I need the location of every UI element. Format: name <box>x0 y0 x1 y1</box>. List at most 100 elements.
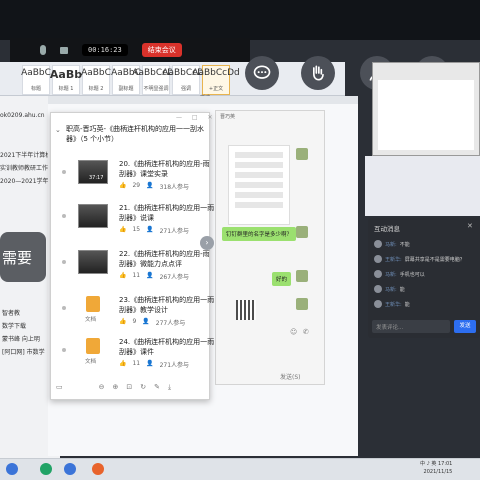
popup-toolbar: ▭ ⊖ ⊕ ⊡ ↻ ✎ ⤓ <box>52 380 208 394</box>
like-icon: 👍 <box>119 182 127 189</box>
image-icon[interactable]: ▭ <box>56 383 63 391</box>
document-thumbnail[interactable]: 文档 <box>85 338 100 365</box>
doc-text-line: 2020—2021学年计 <box>0 178 55 185</box>
video-frame <box>78 250 108 274</box>
avatar <box>374 300 382 308</box>
chat-bubble-icon[interactable] <box>245 56 279 90</box>
sender-name: 马新: <box>385 241 397 248</box>
video-frame <box>78 204 108 228</box>
avatar <box>374 285 382 293</box>
avatar <box>296 298 308 310</box>
lesson-title[interactable]: 24.《曲柄连杆机构的应用一雨刮器》课件 <box>119 338 215 357</box>
phone-icon[interactable]: ✆ <box>303 328 309 336</box>
like-count: 15 <box>132 226 141 233</box>
lesson-meta: 👍 9 👤 277人参与 <box>119 318 185 327</box>
view-count: 267人参与 <box>159 274 190 281</box>
background-window <box>365 156 480 216</box>
comment-send-button[interactable]: 发送 <box>454 320 476 333</box>
style-gallery-item[interactable]: AaBbC 标题 <box>21 65 51 95</box>
lesson-meta: 👍 29 👤 318人参与 <box>119 182 189 191</box>
progress-dot <box>62 348 66 352</box>
shared-screenshot[interactable] <box>228 145 290 225</box>
rotate-icon[interactable]: ↻ <box>140 383 146 391</box>
avatar <box>374 240 382 248</box>
avatar <box>296 270 308 282</box>
lesson-title[interactable]: 21.《曲柄连杆机构的应用一雨刮器》说课 <box>119 204 215 223</box>
app-icon[interactable] <box>40 463 52 475</box>
emoji-icon[interactable]: ☺ <box>290 328 297 336</box>
style-sample: AaBb <box>49 68 83 81</box>
lesson-title[interactable]: 22.《曲柄连杆机构的应用-雨刮器》微能力点点评 <box>119 250 215 269</box>
interaction-message: 马新: 不能 <box>374 240 410 248</box>
video-top-band <box>0 0 480 40</box>
view-count: 318人参与 <box>159 184 190 191</box>
system-tray: 中 ♪ 英 17:01 2021/11/15 <box>420 460 452 476</box>
next-arrow-icon[interactable]: › <box>200 236 214 250</box>
chat-send-button[interactable]: 发送(S) <box>280 372 301 381</box>
view-count: 277人参与 <box>155 320 186 327</box>
style-label: 强调 <box>180 86 191 92</box>
lesson-series-title: 职高-晋巧英-《曲柄连杆机构的应用一一刮水器》（5 个小节） <box>66 125 205 143</box>
zoom-out-icon[interactable]: ⊖ <box>99 383 105 391</box>
close-icon[interactable]: ✕ <box>467 222 473 230</box>
doc-label: 文档 <box>85 359 97 365</box>
sender-name: 王新华: <box>385 301 402 308</box>
lesson-meta: 👍 11 👤 271人参与 <box>119 360 189 369</box>
lesson-title[interactable]: 20.《曲柄连杆机构的应用-雨刮器》课堂实录 <box>119 160 215 179</box>
document-thumbnail[interactable]: 文档 <box>85 296 100 323</box>
tray-date: 2021/11/15 <box>423 469 453 475</box>
thumbnail-content <box>378 80 474 150</box>
video-thumbnail[interactable] <box>78 204 108 228</box>
progress-dot <box>62 170 66 174</box>
style-gallery-item[interactable]: AaBbC 标题 2 <box>81 65 111 95</box>
doc-text-line: 实训教师教研工作 <box>0 165 49 172</box>
meeting-control-bar: 00:16:23 结束会议 <box>10 38 250 62</box>
person-icon: 👤 <box>146 360 154 367</box>
like-icon: 👍 <box>119 226 127 233</box>
edit-icon[interactable]: ✎ <box>154 383 160 391</box>
video-thumbnail[interactable]: 37:17 <box>78 160 108 184</box>
qr-code-image[interactable] <box>236 300 256 320</box>
video-thumbnail[interactable] <box>78 250 108 274</box>
document-icon <box>86 296 100 312</box>
message-text: 能 <box>399 286 405 293</box>
browser-icon[interactable] <box>64 463 76 475</box>
chevron-down-icon[interactable]: ⌄ <box>55 126 61 134</box>
raise-hand-icon[interactable] <box>301 56 335 90</box>
window-controls[interactable]: — □ ✕ <box>176 114 217 121</box>
progress-dot <box>62 306 66 310</box>
start-icon[interactable] <box>6 463 18 475</box>
like-icon: 👍 <box>119 272 127 279</box>
like-count: 11 <box>132 360 141 367</box>
person-icon: 👤 <box>146 226 154 233</box>
document-icon <box>86 338 100 354</box>
style-label: 副标题 <box>118 86 134 92</box>
chat-message: 钉钉群里的名字是多少啊？ <box>222 227 297 241</box>
word-ruler <box>48 96 358 104</box>
app-icon[interactable] <box>92 463 104 475</box>
message-text: 手机也可以 <box>399 271 425 278</box>
style-gallery-item[interactable]: AaBb 标题 1 <box>49 65 83 95</box>
message-text: 屏幕共享是不是需要电脑？ <box>404 256 465 263</box>
microphone-icon[interactable] <box>40 45 46 55</box>
style-label: 标题 <box>30 86 41 92</box>
comment-input[interactable]: 发表评论... <box>372 320 450 333</box>
end-meeting-button[interactable]: 结束会议 <box>141 43 182 57</box>
avatar <box>296 226 308 238</box>
meeting-timer: 00:16:23 <box>82 44 128 56</box>
style-gallery-item[interactable]: AaBbCcDd +正文 <box>192 65 240 95</box>
zoom-in-icon[interactable]: ⊕ <box>113 383 119 391</box>
style-label: 不明显强调 <box>143 86 169 92</box>
avatar <box>374 270 382 278</box>
lesson-title[interactable]: 23.《曲柄连杆机构的应用一雨刮器》教学设计 <box>119 296 215 315</box>
like-icon: 👍 <box>119 360 127 367</box>
fit-icon[interactable]: ⊡ <box>126 383 132 391</box>
person-icon: 👤 <box>146 182 154 189</box>
camera-icon[interactable] <box>60 46 68 54</box>
interaction-panel-title: 互动消息 <box>374 225 400 233</box>
download-icon[interactable]: ⤓ <box>168 383 171 392</box>
message-text: 不能 <box>399 241 410 248</box>
avatar <box>296 148 308 160</box>
doc-text-line: [阿口网] 市数学 <box>2 349 45 356</box>
doc-text-line: 数学下载 <box>2 323 27 330</box>
